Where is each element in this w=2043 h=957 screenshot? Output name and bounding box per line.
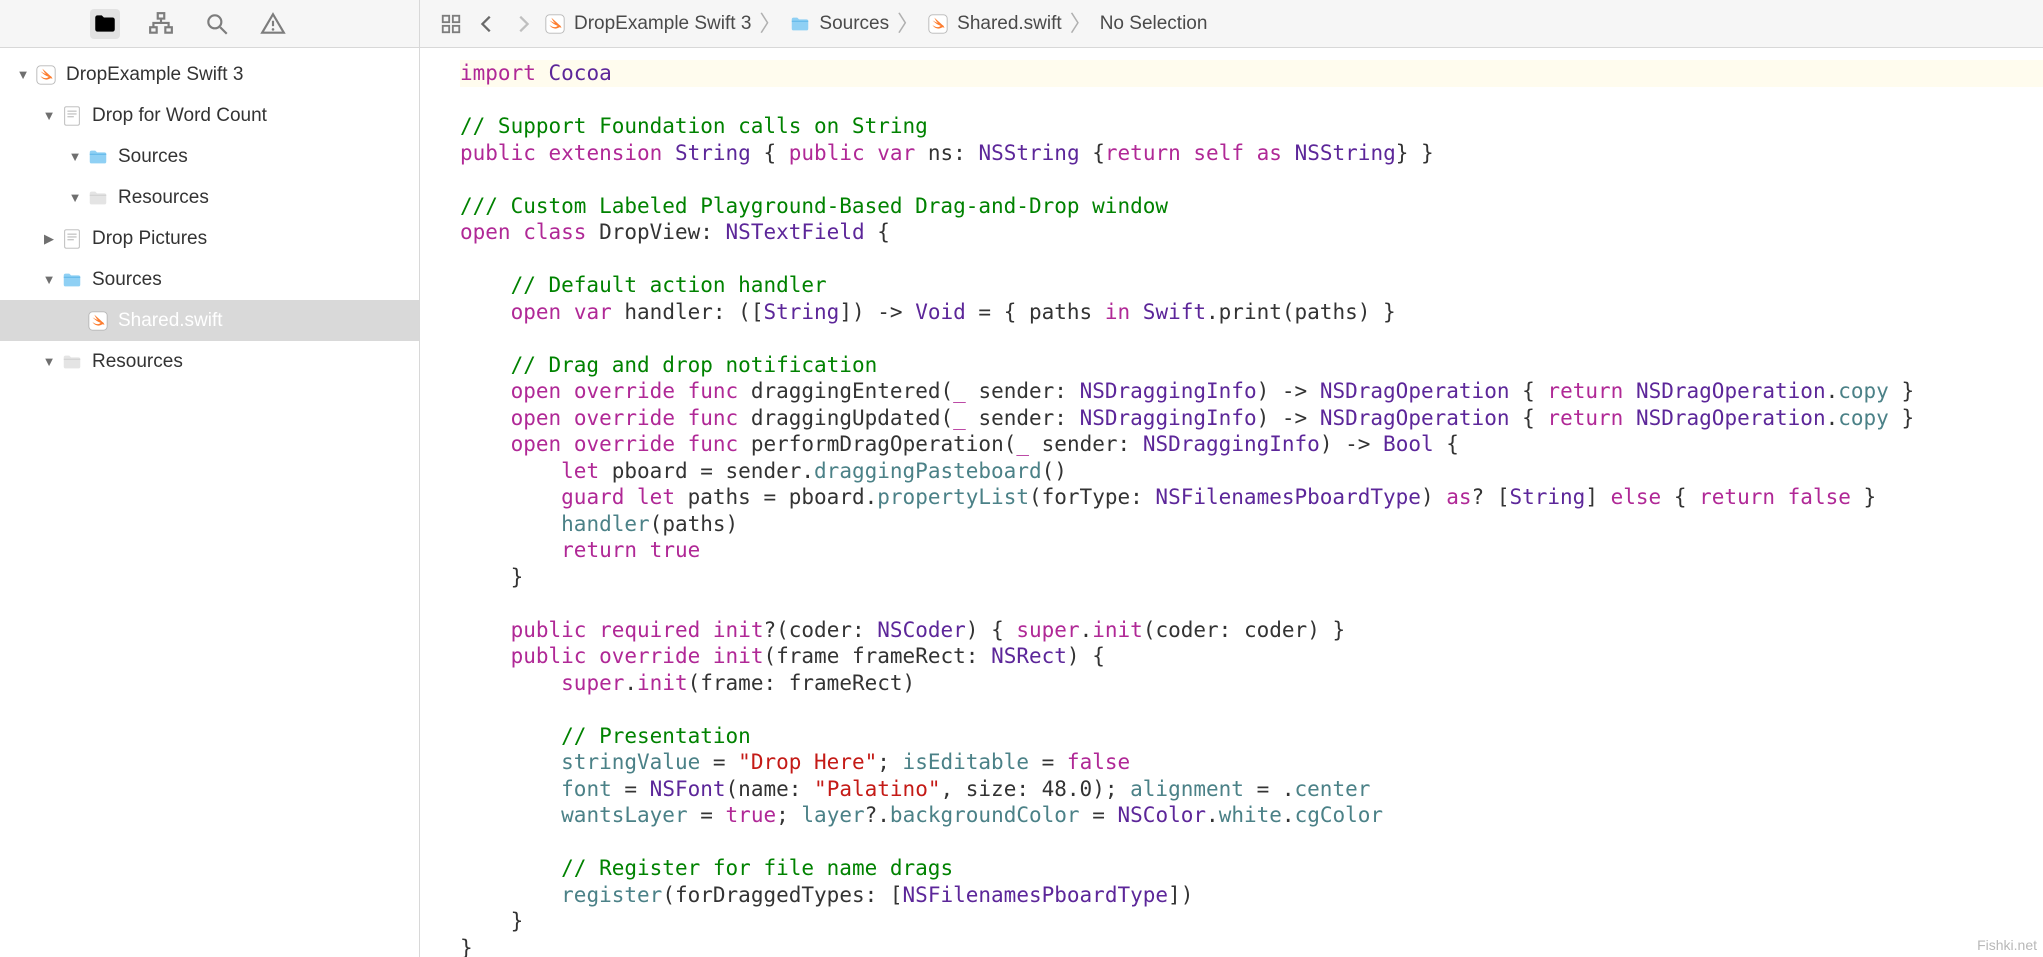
- page-icon: [58, 105, 86, 127]
- tree-row[interactable]: Shared.swift: [0, 300, 419, 341]
- code-line[interactable]: open class DropView: NSTextField {: [460, 219, 2043, 246]
- tree-item-label: Resources: [118, 187, 209, 209]
- watermark: Fishki.net: [1977, 937, 2037, 953]
- code-line[interactable]: open override func draggingEntered(_ sen…: [460, 378, 2043, 405]
- app-root: DropExample Swift 3 〉 Sources 〉 Shared.swift…: [0, 0, 2043, 957]
- code-line[interactable]: [460, 166, 2043, 193]
- code-line[interactable]: open override func draggingUpdated(_ sen…: [460, 405, 2043, 432]
- symbol-navigator-icon[interactable]: [146, 9, 176, 39]
- chevron-right-icon: 〉: [1070, 13, 1092, 35]
- code-line[interactable]: open var handler: ([String]) -> Void = {…: [460, 299, 2043, 326]
- breadcrumb-item[interactable]: Shared.swift: [957, 13, 1062, 35]
- code-line[interactable]: [460, 829, 2043, 856]
- tree-item-label: Resources: [92, 351, 183, 373]
- code-line[interactable]: }: [460, 564, 2043, 591]
- find-navigator-icon[interactable]: [202, 9, 232, 39]
- code-line[interactable]: return true: [460, 537, 2043, 564]
- editor-toolbar: DropExample Swift 3 〉 Sources 〉 Shared.swift…: [420, 0, 2043, 47]
- breadcrumb-item[interactable]: Sources: [819, 13, 889, 35]
- tree-item-label: Shared.swift: [118, 310, 223, 332]
- navigator-toolbar: [0, 0, 420, 47]
- chevron-right-icon: 〉: [759, 13, 781, 35]
- code-line[interactable]: public override init(frame frameRect: NS…: [460, 643, 2043, 670]
- navigate-back-button[interactable]: [472, 9, 502, 39]
- breadcrumb-item[interactable]: No Selection: [1100, 13, 1208, 35]
- breadcrumb-item[interactable]: DropExample Swift 3: [574, 13, 751, 35]
- folder-blue-icon: [58, 269, 86, 291]
- project-navigator-icon[interactable]: [90, 9, 120, 39]
- body: ▼ DropExample Swift 3 ▼ Drop for Word Count…: [0, 48, 2043, 957]
- swift-doc-icon: [32, 64, 60, 86]
- tree-row[interactable]: ▼ Sources: [0, 136, 419, 177]
- project-navigator[interactable]: ▼ DropExample Swift 3 ▼ Drop for Word Count…: [0, 48, 420, 957]
- code-line[interactable]: // Register for file name drags: [460, 855, 2043, 882]
- chevron-right-icon: 〉: [897, 13, 919, 35]
- issue-navigator-icon[interactable]: [258, 9, 288, 39]
- code-editor[interactable]: import Cocoa // Support Foundation calls…: [420, 48, 2043, 957]
- code-line[interactable]: wantsLayer = true; layer?.backgroundColo…: [460, 802, 2043, 829]
- code-line[interactable]: open override func performDragOperation(…: [460, 431, 2043, 458]
- code-line[interactable]: public extension String { public var ns:…: [460, 140, 2043, 167]
- tree-row[interactable]: ▼ Resources: [0, 177, 419, 218]
- disclosure-triangle-icon[interactable]: ▶: [40, 231, 58, 247]
- disclosure-triangle-icon[interactable]: ▼: [66, 149, 84, 164]
- tree-item-label: Drop Pictures: [92, 228, 207, 250]
- related-items-icon[interactable]: [436, 9, 466, 39]
- code-line[interactable]: /// Custom Labeled Playground-Based Drag…: [460, 193, 2043, 220]
- code-line[interactable]: [460, 590, 2043, 617]
- tree-item-label: Sources: [92, 269, 162, 291]
- tree-row[interactable]: ▶ Drop Pictures: [0, 218, 419, 259]
- code-line[interactable]: stringValue = "Drop Here"; isEditable = …: [460, 749, 2043, 776]
- code-line[interactable]: [460, 246, 2043, 273]
- tree-row[interactable]: ▼ DropExample Swift 3: [0, 54, 419, 95]
- code-line[interactable]: guard let paths = pboard.propertyList(fo…: [460, 484, 2043, 511]
- navigate-forward-button[interactable]: [508, 9, 538, 39]
- toolbar: DropExample Swift 3 〉 Sources 〉 Shared.swift…: [0, 0, 2043, 48]
- code-line[interactable]: // Drag and drop notification: [460, 352, 2043, 379]
- code-line[interactable]: // Default action handler: [460, 272, 2043, 299]
- disclosure-triangle-icon[interactable]: ▼: [40, 354, 58, 369]
- code-line[interactable]: [460, 87, 2043, 114]
- code-line[interactable]: // Support Foundation calls on String: [460, 113, 2043, 140]
- code-line[interactable]: handler(paths): [460, 511, 2043, 538]
- swift-doc-icon: [84, 310, 112, 332]
- tree-item-label: DropExample Swift 3: [66, 64, 243, 86]
- folder-gray-icon: [58, 351, 86, 373]
- folder-gray-icon: [84, 187, 112, 209]
- code-line[interactable]: [460, 696, 2043, 723]
- swift-icon: [544, 13, 566, 35]
- breadcrumb: DropExample Swift 3 〉 Sources 〉 Shared.swift…: [544, 13, 1207, 35]
- code-line[interactable]: super.init(frame: frameRect): [460, 670, 2043, 697]
- tree-row[interactable]: ▼ Drop for Word Count: [0, 95, 419, 136]
- tree-item-label: Drop for Word Count: [92, 105, 267, 127]
- code-line[interactable]: import Cocoa: [460, 60, 2043, 87]
- code-line[interactable]: [460, 325, 2043, 352]
- folder-blue-icon: [84, 146, 112, 168]
- page-icon: [58, 228, 86, 250]
- code-line[interactable]: let pboard = sender.draggingPasteboard(): [460, 458, 2043, 485]
- folder-blue-icon: [789, 13, 811, 35]
- code-line[interactable]: }: [460, 935, 2043, 957]
- swift-icon: [927, 13, 949, 35]
- code-line[interactable]: }: [460, 908, 2043, 935]
- disclosure-triangle-icon[interactable]: ▼: [40, 272, 58, 287]
- disclosure-triangle-icon[interactable]: ▼: [66, 190, 84, 205]
- tree-row[interactable]: ▼ Sources: [0, 259, 419, 300]
- code-line[interactable]: font = NSFont(name: "Palatino", size: 48…: [460, 776, 2043, 803]
- disclosure-triangle-icon[interactable]: ▼: [14, 67, 32, 82]
- code-line[interactable]: // Presentation: [460, 723, 2043, 750]
- tree-item-label: Sources: [118, 146, 188, 168]
- disclosure-triangle-icon[interactable]: ▼: [40, 108, 58, 123]
- tree-row[interactable]: ▼ Resources: [0, 341, 419, 382]
- code-line[interactable]: public required init?(coder: NSCoder) { …: [460, 617, 2043, 644]
- code-line[interactable]: register(forDraggedTypes: [NSFilenamesPb…: [460, 882, 2043, 909]
